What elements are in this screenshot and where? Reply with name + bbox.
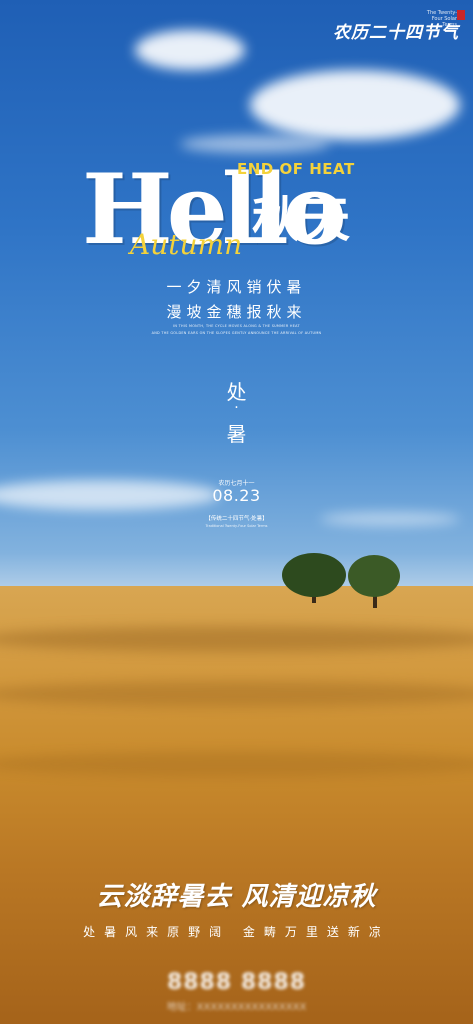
poster: The Twenty-Four Solar Terms 农历二十四节气 Hell… [0,0,473,1024]
headline: Hello END OF HEAT 秋天 Autumn [82,150,382,280]
brand-logo: 农历二十四节气 [333,10,465,43]
tiny-text-1: IN THIS MONTH, THE CYCLE MOVES ALONG & T… [173,324,300,328]
autumn-cn-text: 秋天 [252,192,353,248]
term-char-2: 暑 [226,422,247,446]
footer-phone-blurred: 8888 8888 [166,970,307,995]
term-dot: · [234,400,239,416]
tradition-en: Traditional Twenty-Four Solar Terms [205,524,268,528]
field-shadow-3 [0,751,473,777]
tree-left [282,553,346,597]
tradition-cn: 【传统二十四节气·处暑】 [205,516,268,522]
brand-logo-text: 农历二十四节气 [333,23,459,43]
tree-right [348,555,400,597]
cloud-top-right [250,70,460,140]
cloud-top-left [135,30,245,70]
end-of-heat-text: END OF HEAT [237,160,355,178]
gregorian-date: 08.23 [212,486,261,505]
field-shadow-2 [0,681,473,707]
tiny-text-2: AND THE GOLDEN EARS ON THE SLOPES GENTLY… [151,331,322,335]
poem-line-1: 云淡辞暑去 风清迎凉秋 [96,882,377,912]
poem-line-2: 处暑风来原野阔 金畴万里送新凉 [83,925,390,939]
slogan-line-1: 一夕清风销伏暑 [166,278,307,296]
slogan-line-2: 漫坡金穗报秋来 [166,303,307,321]
footer-address-blurred: 地址：XXXXXXXXXXXXXXXX [166,1002,307,1013]
field-shadow-1 [0,626,473,652]
seal-icon [457,10,465,20]
autumn-script-text: Autumn [130,228,243,261]
wheat-field [0,586,473,1024]
